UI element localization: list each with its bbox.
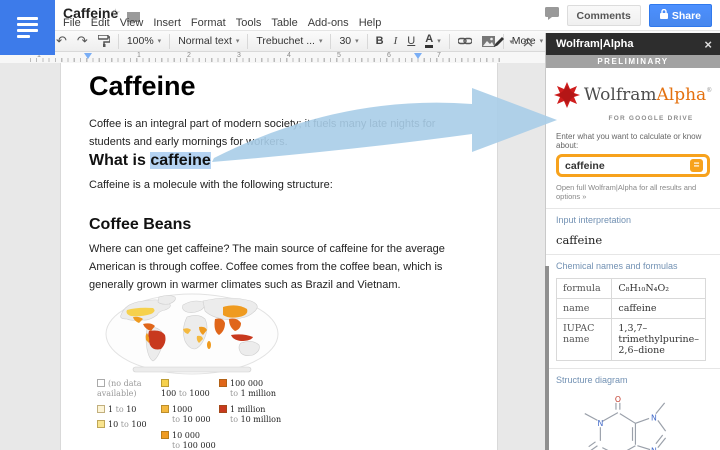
italic-button[interactable]: I — [389, 32, 403, 50]
legend-swatch — [161, 430, 169, 439]
nitrogen-atom: N — [651, 447, 657, 450]
query-prompt-label: Enter what you want to calculate or know… — [556, 132, 702, 150]
nitrogen-atom: N — [651, 413, 657, 422]
doc-paragraph-2[interactable]: Caffeine is a molecule with the followin… — [89, 176, 473, 194]
share-button[interactable]: Share — [648, 4, 712, 27]
compute-button[interactable]: = — [690, 159, 703, 172]
legend-no-data: (no data available) — [97, 379, 142, 399]
paint-format-button[interactable] — [93, 32, 115, 50]
collapse-toolbar-icon[interactable] — [518, 33, 538, 51]
structure-diagram-image: O O N N N N — [556, 391, 710, 450]
chemical-table: formula C₈H₁₀N₄O₂ name caffeine IUPAC name… — [555, 278, 706, 361]
map-legend: (no data available) 1 to 10 10 to 100 10… — [97, 379, 319, 450]
ruler-ticks — [30, 58, 500, 62]
legend-1m-10m: 1 million to 10 million — [219, 404, 319, 426]
legend-10000-100000: 10 000 to 100 000 — [161, 430, 219, 450]
comments-button[interactable]: Comments — [566, 5, 641, 26]
preliminary-banner: PRELIMINARY — [546, 55, 720, 68]
font-size-select[interactable]: 30 ▾ — [334, 32, 363, 50]
app-window: Caffeine ☆ File Edit View Insert Format … — [0, 0, 720, 450]
comment-bubble-icon[interactable] — [544, 6, 559, 25]
right-indent-marker[interactable] — [414, 53, 422, 59]
logo-subtitle: FOR GOOGLE DRIVE — [608, 115, 694, 122]
legend-swatch — [161, 404, 169, 413]
legend-swatch — [219, 379, 227, 387]
wolfram-alpha-logo: WolframAlpha® — [553, 82, 712, 113]
menu-addons[interactable]: Add-ons — [308, 17, 349, 29]
redo-button[interactable]: ↷ — [72, 32, 93, 50]
spikey-icon — [553, 82, 580, 113]
table-row: name caffeine — [555, 298, 706, 319]
legend-1-10: 1 to 10 — [97, 404, 161, 415]
legend-10-100: 10 to 100 — [97, 420, 161, 430]
left-indent-marker[interactable] — [84, 53, 92, 59]
table-row: IUPAC name 1,3,7–trimethylpurine–2,6–dion… — [555, 318, 706, 361]
underline-button[interactable]: U — [402, 32, 420, 50]
selected-text: caffeine — [150, 152, 211, 169]
nitrogen-atom: N — [597, 419, 603, 428]
vertical-scrollbar[interactable] — [545, 266, 549, 450]
doc-heading-coffee-beans[interactable]: Coffee Beans — [89, 216, 191, 234]
doc-heading-1[interactable]: Caffeine — [89, 71, 196, 102]
legend-swatch — [219, 404, 227, 413]
document-page[interactable]: Caffeine Coffee is an integral part of m… — [60, 63, 498, 450]
document-canvas: Caffeine Coffee is an integral part of m… — [0, 63, 553, 450]
menu-file[interactable]: File — [63, 17, 81, 29]
legend-swatch — [97, 379, 105, 387]
query-input-value[interactable]: caffeine — [565, 160, 690, 172]
docs-logo[interactable] — [0, 0, 55, 55]
legend-swatch — [161, 379, 169, 387]
menu-table[interactable]: Table — [271, 17, 297, 29]
sidebar-header: Wolfram|Alpha × — [546, 33, 720, 55]
menu-tools[interactable]: Tools — [236, 17, 262, 29]
doc-heading-what-is-caffeine[interactable]: What is caffeine — [89, 152, 211, 170]
menubar: File Edit View Insert Format Tools Table… — [63, 17, 381, 29]
menu-help[interactable]: Help — [359, 17, 382, 29]
zoom-select[interactable]: 100% ▾ — [122, 32, 166, 50]
legend-swatch — [97, 404, 105, 413]
menu-edit[interactable]: Edit — [91, 17, 110, 29]
legend-1000-10000: 1000 to 10 000 — [161, 404, 219, 426]
oxygen-atom: O — [615, 395, 621, 404]
legend-swatch — [97, 420, 105, 429]
doc-paragraph-3[interactable]: Where can one get caffeine? The main sou… — [89, 240, 473, 294]
bold-button[interactable]: B — [371, 32, 389, 50]
legend-100000-1m: 100 000 to 1 million — [219, 379, 319, 400]
font-select[interactable]: Trebuchet ... ▾ — [251, 32, 327, 50]
insert-link-button[interactable] — [453, 32, 477, 50]
menu-insert[interactable]: Insert — [153, 17, 181, 29]
world-map-image[interactable] — [103, 293, 281, 377]
menu-format[interactable]: Format — [191, 17, 226, 29]
titlebar: Caffeine ☆ File Edit View Insert Format … — [0, 0, 720, 30]
open-full-link[interactable]: Open full Wolfram|Alpha for all results … — [556, 183, 710, 201]
text-color-button[interactable]: A ▾ — [420, 32, 445, 50]
sidebar-title: Wolfram|Alpha — [556, 38, 634, 50]
close-icon[interactable]: × — [704, 38, 712, 51]
pod-title-input-interpretation: Input interpretation — [556, 215, 632, 225]
editing-mode-button[interactable]: ▾ — [488, 33, 518, 51]
lock-icon — [659, 8, 668, 22]
query-input[interactable]: caffeine = — [556, 154, 710, 177]
legend-100-1000: 100 to 1000 — [161, 379, 219, 400]
pod-title-structure-diagram: Structure diagram — [556, 375, 628, 385]
wolfram-alpha-sidebar: Wolfram|Alpha × PRELIMINARY WolframAlpha… — [545, 33, 720, 450]
menu-view[interactable]: View — [120, 17, 144, 29]
doc-paragraph-1[interactable]: Coffee is an integral part of modern soc… — [89, 115, 473, 151]
input-interpretation-value: caffeine — [556, 233, 603, 247]
pod-title-chemical-names: Chemical names and formulas — [556, 261, 678, 271]
table-row: formula C₈H₁₀N₄O₂ — [555, 278, 706, 299]
paragraph-style-select[interactable]: Normal text ▾ — [173, 32, 244, 50]
